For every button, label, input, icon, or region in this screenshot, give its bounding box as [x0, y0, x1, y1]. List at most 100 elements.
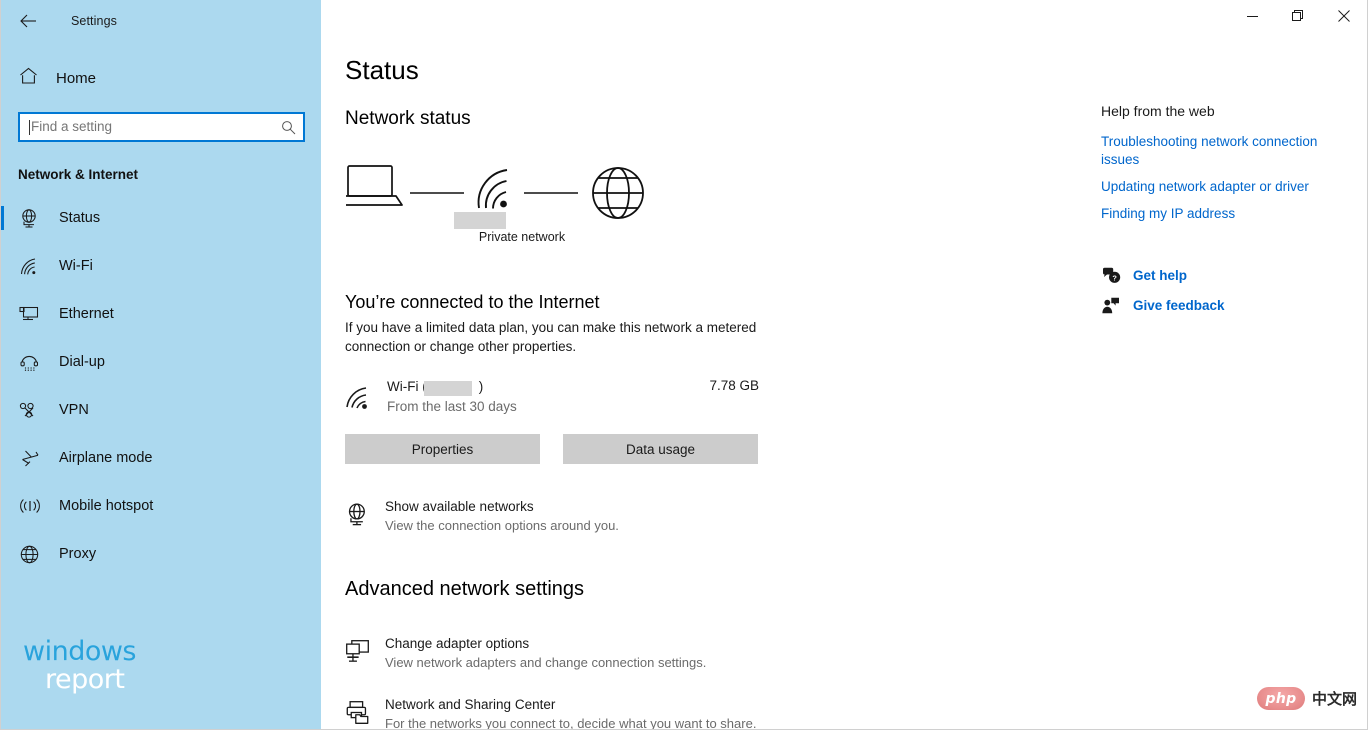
network-diagram: Private network — [346, 160, 676, 252]
show-available-networks-row[interactable]: Show available networks View the connect… — [345, 498, 1075, 533]
window-title: Settings — [71, 14, 117, 28]
globe-monitor-icon — [345, 498, 385, 532]
restore-button[interactable] — [1275, 0, 1321, 32]
give-feedback-row[interactable]: Give feedback — [1101, 297, 1351, 314]
sidebar-item-status[interactable]: Status — [1, 194, 321, 242]
sharing-icon — [345, 696, 385, 730]
sidebar: Settings Home — [1, 0, 321, 730]
adapter-icon — [345, 635, 385, 669]
wifi-name-redaction — [424, 381, 472, 396]
sidebar-item-vpn[interactable]: VPN — [1, 386, 321, 434]
network-sharing-center-title: Network and Sharing Center — [385, 697, 555, 712]
data-usage-button[interactable]: Data usage — [563, 434, 758, 464]
change-adapter-options-subtitle: View network adapters and change connect… — [385, 655, 706, 670]
sidebar-label-vpn: VPN — [59, 402, 89, 418]
hotspot-icon — [19, 494, 45, 518]
wifi-network-name: Wi-Fi () — [387, 379, 483, 394]
airplane-icon — [19, 446, 45, 470]
sidebar-item-mobile-hotspot[interactable]: Mobile hotspot — [1, 482, 321, 530]
change-adapter-options-text: Change adapter options View network adap… — [385, 635, 706, 670]
globe-icon — [593, 168, 643, 218]
content-column: Network status — [345, 108, 1075, 730]
get-help-label: Get help — [1133, 268, 1187, 283]
home-icon — [19, 67, 38, 90]
network-status-heading: Network status — [345, 108, 1075, 130]
sidebar-label-airplane-mode: Airplane mode — [59, 450, 153, 466]
sidebar-label-wifi: Wi-Fi — [59, 258, 93, 274]
sidebar-item-dialup[interactable]: Dial-up — [1, 338, 321, 386]
dialup-icon — [19, 350, 45, 374]
show-available-networks-subtitle: View the connection options around you. — [385, 518, 619, 533]
sidebar-label-status: Status — [59, 210, 100, 226]
data-usage-text: Wi-Fi () From the last 30 days — [387, 376, 709, 414]
help-panel: Help from the web Troubleshooting networ… — [1101, 103, 1351, 327]
laptop-icon — [346, 166, 402, 205]
back-arrow-icon[interactable] — [14, 7, 42, 35]
close-button[interactable] — [1321, 0, 1367, 32]
help-link-troubleshooting[interactable]: Troubleshooting network connection issue… — [1101, 133, 1351, 169]
window-titlebar — [321, 0, 1367, 32]
network-sharing-center-subtitle: For the networks you connect to, decide … — [385, 716, 756, 730]
sidebar-label-ethernet: Ethernet — [59, 306, 114, 322]
wifi-name-prefix: Wi-Fi ( — [387, 379, 427, 394]
main-content: Status Network status — [321, 0, 1368, 730]
wifi-icon — [345, 376, 387, 416]
php-watermark: php 中文网 — [1257, 687, 1357, 710]
vpn-icon — [19, 398, 45, 422]
network-type-label: Private network — [452, 230, 592, 244]
change-adapter-options-row[interactable]: Change adapter options View network adap… — [345, 635, 1075, 670]
svg-text:?: ? — [1112, 273, 1117, 282]
page-title: Status — [345, 55, 419, 86]
action-button-row: Properties Data usage — [345, 434, 1075, 464]
sidebar-section-title: Network & Internet — [1, 167, 321, 182]
data-usage-summary: Wi-Fi () From the last 30 days 7.78 GB — [345, 376, 759, 416]
text-caret — [29, 120, 30, 135]
sidebar-label-proxy: Proxy — [59, 546, 96, 562]
question-chat-icon: ? — [1101, 267, 1121, 284]
watermark-line-1: windows — [23, 636, 136, 667]
help-action-list: ? Get help Give feedback — [1101, 267, 1351, 314]
wifi-icon — [19, 254, 45, 278]
network-sharing-center-row[interactable]: Network and Sharing Center For the netwo… — [345, 696, 1075, 730]
search-wrapper — [18, 112, 305, 142]
sidebar-item-home[interactable]: Home — [1, 58, 321, 98]
help-link-list: Troubleshooting network connection issue… — [1101, 133, 1351, 223]
php-logo: php — [1257, 687, 1305, 710]
give-feedback-label: Give feedback — [1133, 298, 1225, 313]
sidebar-label-dialup: Dial-up — [59, 354, 105, 370]
ethernet-icon — [19, 302, 45, 326]
sidebar-item-airplane-mode[interactable]: Airplane mode — [1, 434, 321, 482]
minimize-button[interactable] — [1229, 0, 1275, 32]
connection-status-description: If you have a limited data plan, you can… — [345, 319, 765, 356]
show-available-networks-title: Show available networks — [385, 499, 534, 514]
network-name-redaction — [454, 212, 506, 229]
search-box[interactable] — [18, 112, 305, 142]
data-usage-period: From the last 30 days — [387, 399, 709, 414]
help-link-find-ip[interactable]: Finding my IP address — [1101, 205, 1351, 223]
settings-window: Settings Home — [0, 0, 1368, 730]
sidebar-nav: Status Wi-Fi — [1, 194, 321, 578]
windows-report-watermark: windows report — [23, 638, 136, 693]
search-icon[interactable] — [280, 120, 297, 135]
help-link-updating-adapter[interactable]: Updating network adapter or driver — [1101, 178, 1351, 196]
data-usage-amount: 7.78 GB — [709, 376, 759, 393]
globe-icon — [19, 542, 45, 566]
watermark-line-2: report — [45, 666, 136, 693]
sidebar-label-mobile-hotspot: Mobile hotspot — [59, 498, 153, 514]
home-label: Home — [56, 70, 96, 87]
properties-button[interactable]: Properties — [345, 434, 540, 464]
sidebar-item-wifi[interactable]: Wi-Fi — [1, 242, 321, 290]
network-sharing-center-text: Network and Sharing Center For the netwo… — [385, 696, 756, 730]
advanced-settings-heading: Advanced network settings — [345, 578, 1075, 601]
wifi-icon — [479, 170, 507, 209]
php-watermark-text: 中文网 — [1312, 688, 1357, 709]
show-available-networks-text: Show available networks View the connect… — [385, 498, 619, 533]
sidebar-item-ethernet[interactable]: Ethernet — [1, 290, 321, 338]
wifi-name-suffix: ) — [479, 379, 484, 394]
help-panel-title: Help from the web — [1101, 103, 1351, 119]
connection-status-title: You’re connected to the Internet — [345, 292, 1075, 313]
sidebar-item-proxy[interactable]: Proxy — [1, 530, 321, 578]
globe-monitor-icon — [19, 206, 45, 230]
search-input[interactable] — [31, 117, 280, 137]
get-help-row[interactable]: ? Get help — [1101, 267, 1351, 284]
